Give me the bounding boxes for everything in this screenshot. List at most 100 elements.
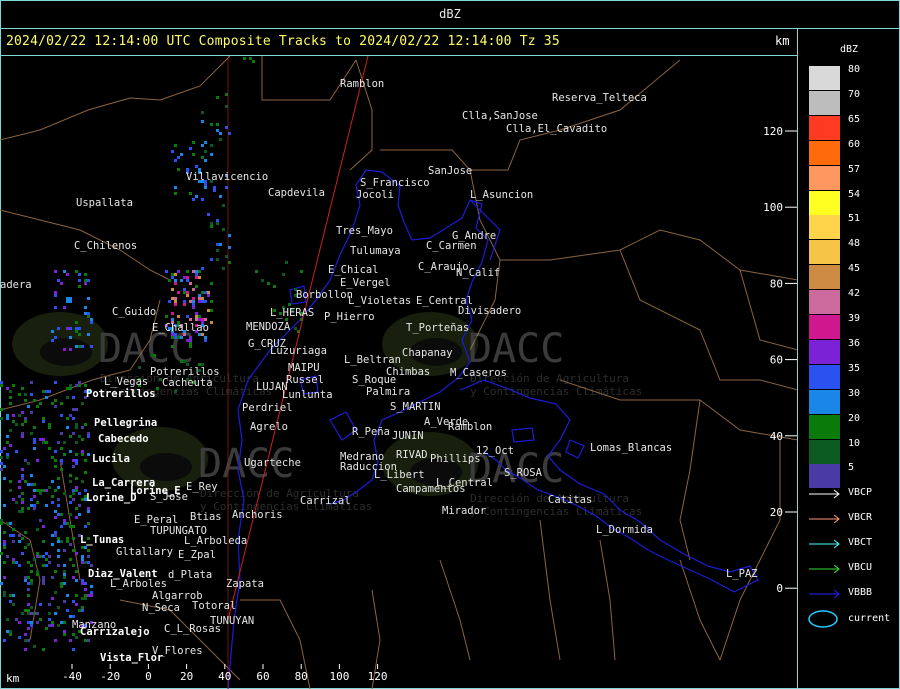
place-label: N_Seca: [142, 602, 180, 614]
legend-swatch-48: [809, 240, 840, 265]
place-label: Uspallata: [76, 197, 133, 209]
border-line-4: [0, 97, 161, 141]
place-label: adera: [0, 279, 32, 291]
place-label: Ramblon: [448, 421, 492, 433]
place-label: P_Hierro: [324, 311, 375, 323]
place-label: C_Carmen: [426, 240, 477, 252]
place-label: Btias: [190, 511, 222, 523]
place-label: L_Violetas: [348, 295, 411, 307]
place-label: L_Arboleda: [184, 535, 247, 547]
place-label: Divisadero: [458, 305, 521, 317]
place-label: d_Plata: [168, 569, 212, 581]
place-label: Capdevila: [268, 187, 325, 199]
place-label: Gltallary: [116, 546, 173, 558]
track-label-vbct: VBCT: [848, 537, 873, 548]
place-label: S_ROSA: [504, 467, 543, 479]
place-label: Phillips: [430, 453, 481, 465]
x-tick-label: 100: [329, 670, 349, 683]
district-label: Lorine_D: [86, 492, 137, 504]
watermark-emblem-inner-icon: [40, 338, 92, 366]
legend-swatch-39: [809, 315, 840, 339]
legend-swatch-80: [809, 66, 840, 90]
border-line-17: [599, 539, 616, 661]
y-tick-label: 0: [776, 582, 783, 595]
x-tick-label: 20: [180, 670, 193, 683]
place-label: E_Vergel: [340, 277, 391, 289]
legend-swatch-42: [809, 290, 840, 315]
track-label-vbcu: VBCU: [848, 562, 873, 573]
place-label: Ugarteche: [244, 457, 301, 469]
legend-swatch-51: [809, 215, 840, 240]
place-label: E_Challao: [152, 322, 209, 334]
district-label: Diaz_Valent: [88, 568, 158, 580]
legend-label-42: 42: [848, 288, 861, 300]
place-label: Mirador: [442, 505, 486, 517]
legend-swatch-60: [809, 140, 840, 165]
place-label: SanJose: [428, 165, 472, 177]
composite-tracks-header: 2024/02/22 12:14:00 UTC Composite Tracks…: [6, 34, 560, 49]
place-label: S_Roque: [352, 374, 396, 386]
place-label: C_Guido: [112, 306, 156, 318]
echo-cluster-8: [243, 57, 255, 63]
x-tick-label: 60: [256, 670, 269, 683]
legend-label-80: 80: [848, 64, 861, 75]
district-label: Carrizalejo: [80, 626, 150, 638]
place-label: L_Vegas: [104, 376, 148, 388]
legend-label-70: 70: [848, 88, 861, 100]
track-arrow-vbcp: [809, 489, 840, 499]
district-label: Vista_Flor: [100, 652, 163, 664]
place-label: C_Chilenos: [74, 240, 137, 252]
y-tick-label: 80: [770, 277, 783, 290]
radar-map[interactable]: DACCDirección de Agriculturay Contingenc…: [0, 55, 798, 689]
border-line-8: [469, 169, 798, 281]
place-label: L_Central: [436, 477, 493, 489]
legend-label-30: 30: [848, 387, 861, 399]
place-label: R_Peña: [352, 426, 390, 438]
place-label: Carrizal: [300, 495, 351, 507]
legend-label-60: 60: [848, 138, 861, 150]
place-label: Anchoris: [232, 509, 283, 521]
legend-swatch-10: [809, 439, 840, 464]
legend-swatch-5: [809, 464, 840, 489]
place-label: C_L_Rosas: [164, 623, 221, 635]
legend-swatch-45: [809, 265, 840, 290]
legend-label-35: 35: [848, 362, 861, 374]
x-tick-label: 80: [295, 670, 308, 683]
place-label: E_Chical: [328, 264, 379, 276]
basin-outline-5: [565, 439, 585, 459]
border-line-14: [539, 519, 561, 661]
place-label: T_Porteñas: [406, 322, 469, 334]
x-tick-label: 0: [145, 670, 152, 683]
legend-swatch-36: [809, 339, 840, 364]
echo-cluster-1: [0, 381, 93, 651]
vbbb-basin-outlines: [227, 169, 759, 689]
place-label: RIVAD: [396, 449, 428, 461]
watermark-text: DACC: [468, 326, 564, 372]
legend-swatch-65: [809, 115, 840, 140]
district-label: Cabecedo: [98, 433, 149, 445]
place-label: Agrelo: [250, 421, 288, 433]
place-label: Clla,El_Cavadito: [506, 123, 607, 135]
place-label: Tulumaya: [350, 245, 401, 257]
border-line-21: [119, 599, 241, 681]
border-line-23: [719, 440, 781, 661]
legend-swatch-54: [809, 190, 840, 215]
place-label: Villavicencio: [186, 171, 268, 183]
place-label: Borbollon: [296, 289, 353, 301]
place-label: MAIPU: [288, 362, 320, 374]
border-line-13: [679, 399, 701, 561]
place-label: L_HERAS: [270, 307, 314, 319]
legend-swatch-35: [809, 364, 840, 389]
legend-label-36: 36: [848, 337, 861, 349]
legend-swatch-20: [809, 414, 840, 439]
place-label: L_Beltran: [344, 354, 401, 366]
window-title: dBZ: [439, 7, 461, 21]
y-tick-label: 20: [770, 506, 783, 519]
place-label: E_Rey: [186, 481, 218, 493]
basin-outline-4: [511, 427, 535, 443]
border-line-10: [619, 249, 798, 391]
current-label: current: [848, 613, 891, 624]
track-arrow-vbbb: [809, 589, 840, 599]
legend-label-20: 20: [848, 412, 861, 424]
legend-swatch-30: [809, 389, 840, 414]
